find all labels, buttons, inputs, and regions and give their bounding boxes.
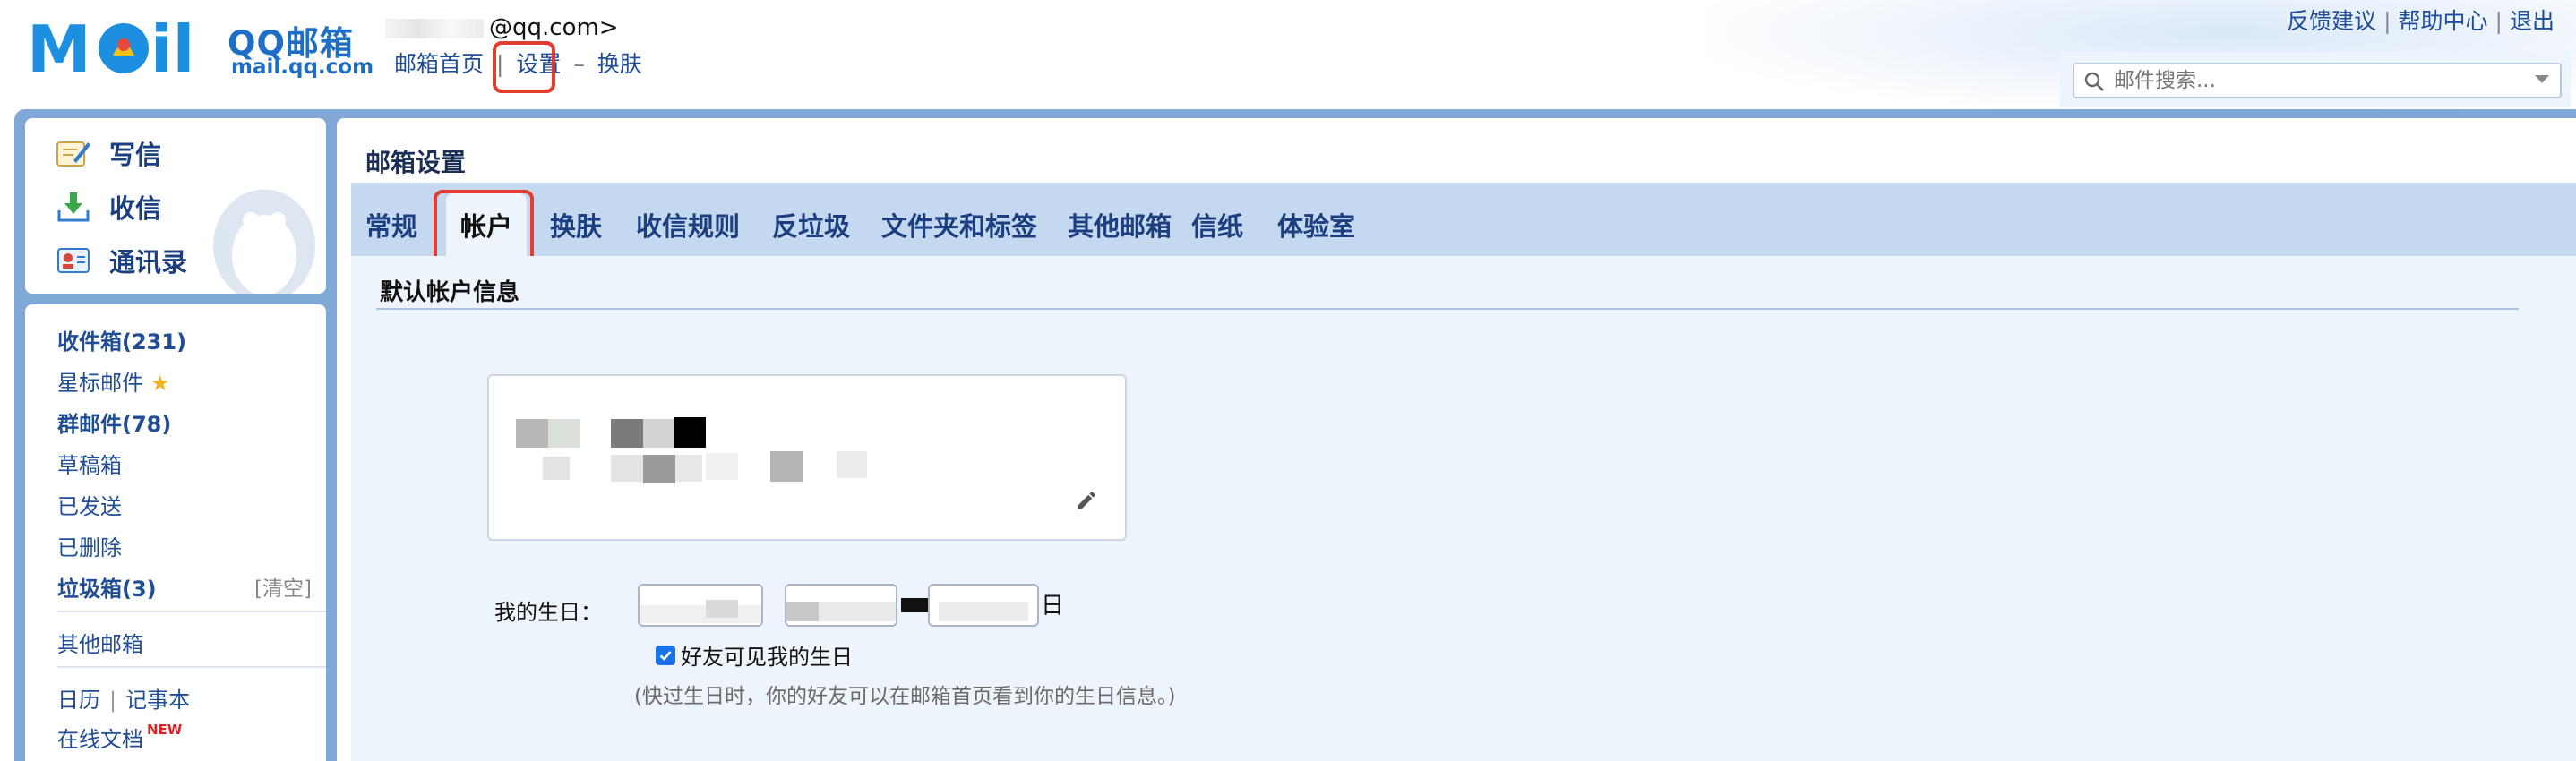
checkmark-icon [659,650,672,661]
receive-mail-button[interactable]: 收信 [56,188,161,226]
settings-tabs: 常规 帐户 换肤 收信规则 反垃圾 文件夹和标签 其他邮箱 信纸 体验室 [351,183,2576,256]
section-title: 默认帐户信息 [380,279,520,306]
redacted-block [674,417,706,448]
inbox-download-icon [57,192,90,222]
redacted-block [516,419,548,448]
tab-lab[interactable]: 体验室 [1277,206,1355,244]
settings-panel: 邮箱设置 常规 帐户 换肤 收信规则 反垃圾 文件夹和标签 其他邮箱 信纸 体验… [337,118,2576,761]
day-suffix-label: 日 [1041,593,1065,620]
nav-dash: – [573,51,585,77]
compose-label: 写信 [109,140,162,170]
birthday-day-select[interactable] [928,584,1039,627]
tab-mail-rules[interactable]: 收信规则 [636,206,740,244]
folder-deleted[interactable]: 已删除 [57,530,122,561]
account-email: @qq.com> [385,14,619,41]
redacted-value [786,602,819,621]
search-input[interactable] [2112,67,2510,94]
tab-general[interactable]: 常规 [365,206,417,244]
quick-actions-panel: 写信 收信 通讯录 [25,118,326,294]
contacts-label: 通讯录 [109,247,188,278]
clear-spam-link[interactable]: [清空] [254,571,312,602]
notes-link[interactable]: 记事本 [125,688,190,713]
folder-other-mailboxes[interactable]: 其他邮箱 [57,627,143,658]
folder-inbox[interactable]: 收件箱(231) [57,324,186,355]
folder-divider [57,611,326,612]
online-docs-link[interactable]: 在线文档 NEW [57,722,182,753]
mail-logo[interactable]: M il [27,14,228,79]
folder-spam[interactable]: 垃圾箱(3) [57,571,157,603]
birthday-label: 我的生日： [494,600,602,625]
show-birthday-checkbox[interactable] [656,645,675,665]
tools-separator: | [109,688,117,713]
redacted-block [837,451,867,478]
folder-divider [57,666,326,668]
folder-starred-label: 星标邮件 [57,371,143,396]
star-icon: ★ [150,371,170,396]
redacted-value [640,605,761,623]
folder-sent[interactable]: 已发送 [57,489,122,520]
tab-folders-labels[interactable]: 文件夹和标签 [881,206,1037,244]
redacted-block [675,455,702,482]
birthday-month-select[interactable] [785,584,897,627]
tab-stationery[interactable]: 信纸 [1191,206,1243,244]
receive-mail-label: 收信 [109,193,162,224]
search-dropdown-icon[interactable] [2535,75,2549,83]
mail-logo-icon: M il [27,14,194,79]
change-skin-link[interactable]: 换肤 [597,47,642,79]
folder-drafts[interactable]: 草稿箱 [57,448,122,479]
redacted-block [643,455,675,483]
redacted-value [819,602,896,621]
compose-icon [56,141,90,167]
top-right-links: 反馈建议 | 帮助中心 | 退出 [2287,4,2555,36]
feedback-link[interactable]: 反馈建议 [2287,8,2376,34]
penguin-watermark-icon [213,189,315,294]
folder-panel: 收件箱(231) 星标邮件 ★ 群邮件(78) 草稿箱 已发送 已删除 垃圾箱(3… [25,304,326,761]
online-docs-label: 在线文档 [57,727,143,752]
birthday-hint: (快过生日时，你的好友可以在邮箱首页看到你的生日信息。) [634,685,1176,708]
search-icon [2084,72,2104,91]
redacted-block [643,419,674,448]
calendar-link[interactable]: 日历 [57,688,100,713]
account-settings-body: 默认帐户信息 我的生日： 日 好友可见我的生日 (快过生日时，你的好友可以在邮箱… [351,256,2576,761]
show-birthday-label[interactable]: 好友可见我的生日 [681,639,853,671]
contacts-button[interactable]: 通讯录 [56,242,187,279]
redacted-block [548,419,580,448]
folder-starred[interactable]: 星标邮件 ★ [57,365,170,397]
search-area [2060,52,2571,107]
mailbox-home-link[interactable]: 邮箱首页 [394,47,484,79]
redacted-block [611,455,643,482]
redacted-block [611,419,643,448]
redacted-value [939,602,1028,621]
account-info-card [487,374,1127,541]
tab-anti-spam[interactable]: 反垃圾 [772,206,850,244]
folder-group-mail[interactable]: 群邮件(78) [57,406,171,438]
birthday-year-select[interactable] [638,584,763,627]
tab-skin[interactable]: 换肤 [550,206,602,244]
top-right-separator: | [2494,8,2503,34]
redacted-block [770,451,803,482]
help-center-link[interactable]: 帮助中心 [2399,8,2488,34]
redacted-account [385,18,484,38]
logout-link[interactable]: 退出 [2510,8,2555,34]
svg-text:M: M [27,14,91,79]
tab-other-mailboxes[interactable]: 其他邮箱 [1068,206,1172,244]
pencil-icon[interactable] [1075,489,1098,512]
redacted-block [706,453,738,480]
brand-url: mail.qq.com [231,56,374,79]
compose-button[interactable]: 写信 [56,134,161,172]
contacts-card-icon [57,248,90,273]
section-divider [376,308,2519,310]
redacted-value [706,600,738,618]
search-box[interactable] [2073,63,2562,98]
settings-highlight [493,41,555,93]
tools-row: 日历 | 记事本 [57,682,190,714]
account-email-suffix: @qq.com> [489,14,619,41]
redacted-block [543,457,570,480]
new-badge: NEW [147,722,183,738]
page-title: 邮箱设置 [365,148,467,177]
top-right-separator: | [2383,8,2391,34]
svg-text:il: il [150,14,194,79]
show-birthday-row: 好友可见我的生日 [656,639,853,671]
